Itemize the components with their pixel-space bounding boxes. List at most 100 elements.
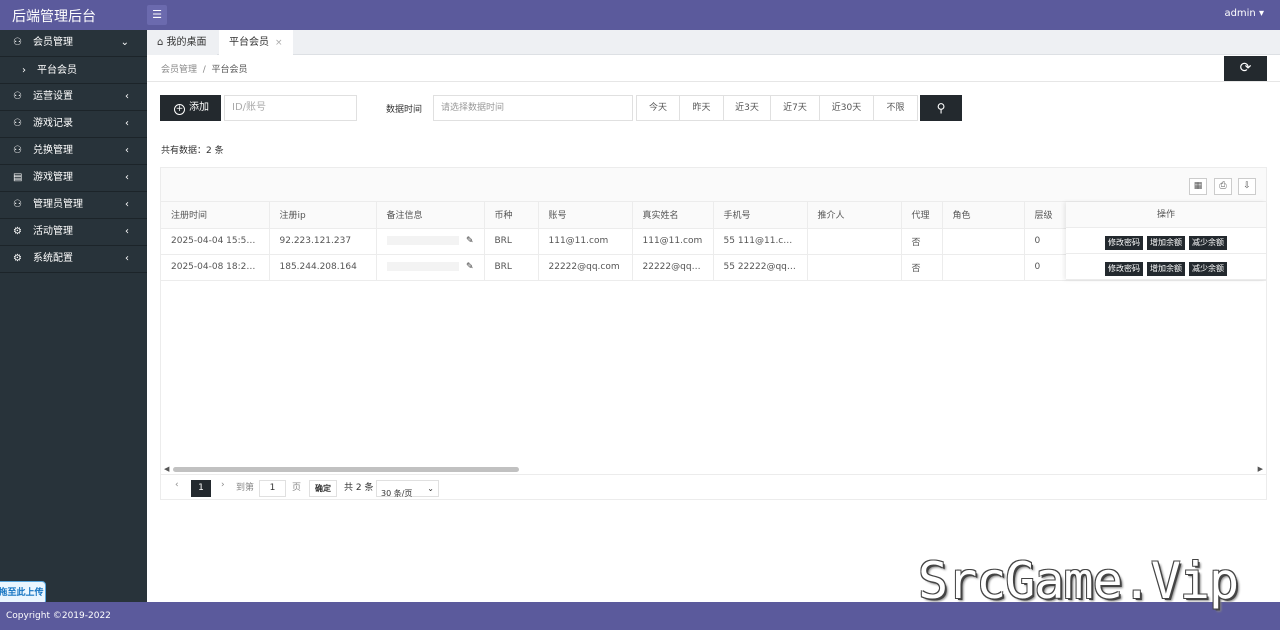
cell-referrer bbox=[807, 228, 902, 255]
horizontal-scrollbar[interactable]: ◀ ▶ bbox=[161, 465, 1266, 474]
sidebar-item-game-records[interactable]: ⚇ 游戏记录 ‹ bbox=[0, 111, 147, 138]
date-range-input[interactable]: 请选择数据时间 bbox=[433, 95, 633, 121]
quick-date-yesterday[interactable]: 昨天 bbox=[680, 96, 724, 120]
user-icon: ⚇ bbox=[13, 118, 22, 129]
sidebar-item-label: 系统配置 bbox=[33, 253, 73, 264]
cell-phone: 55 22222@qq.com bbox=[713, 254, 808, 281]
sidebar-item-members[interactable]: ⚇ 会员管理 ⌄ bbox=[0, 30, 147, 57]
close-icon[interactable]: × bbox=[275, 38, 283, 48]
sidebar-item-label: 游戏管理 bbox=[33, 172, 73, 183]
cell-level: 0 bbox=[1024, 254, 1067, 281]
table-toolbar: ▦ ⎙ ⇩ bbox=[161, 168, 1266, 202]
prev-page-button[interactable]: ‹ bbox=[175, 480, 179, 490]
col-reg-time[interactable]: 注册时间 bbox=[161, 202, 270, 229]
app-title: 后端管理后台 bbox=[12, 9, 96, 25]
cell-reg-ip: 92.223.121.237 bbox=[269, 228, 377, 255]
total-items-label: 共 2 条 bbox=[344, 483, 374, 493]
chevron-down-icon: ⌄ bbox=[120, 37, 129, 48]
cell-role bbox=[942, 254, 1025, 281]
id-account-input[interactable]: ID/账号 bbox=[224, 95, 357, 121]
reduce-balance-button[interactable]: 减少余额 bbox=[1189, 262, 1227, 276]
col-account[interactable]: 账号 bbox=[538, 202, 633, 229]
breadcrumb-current: 平台会员 bbox=[211, 65, 248, 75]
actions-row: 修改密码 增加余额 减少余额 bbox=[1066, 228, 1266, 254]
sidebar-item-system[interactable]: ⚙ 系统配置 ‹ bbox=[0, 246, 147, 273]
quick-date-3days[interactable]: 近3天 bbox=[724, 96, 771, 120]
breadcrumb-parent[interactable]: 会员管理 bbox=[161, 65, 197, 75]
cell-account: 22222@qq.com bbox=[538, 254, 633, 281]
sidebar-item-activities[interactable]: ⚙ 活动管理 ‹ bbox=[0, 219, 147, 246]
cell-reg-time: 2025-04-08 18:28:26 bbox=[161, 254, 270, 281]
reduce-balance-button[interactable]: 减少余额 bbox=[1189, 236, 1227, 250]
admin-icon: ⚇ bbox=[13, 199, 22, 210]
columns-filter-icon[interactable]: ▦ bbox=[1189, 178, 1207, 195]
col-role[interactable]: 角色 bbox=[942, 202, 1025, 229]
sidebar-item-label: 兑换管理 bbox=[33, 145, 73, 156]
sidebar-subitem-platform-members[interactable]: › 平台会员 bbox=[0, 57, 147, 84]
quick-date-group: 今天 昨天 近3天 近7天 近30天 不限 bbox=[636, 95, 918, 121]
page-size-select[interactable]: 30 条/页 ⌄ bbox=[376, 480, 439, 498]
col-real-name[interactable]: 真实姓名 bbox=[632, 202, 714, 229]
actions-row: 修改密码 增加余额 减少余额 bbox=[1066, 254, 1266, 280]
sidebar-item-admins[interactable]: ⚇ 管理员管理 ‹ bbox=[0, 192, 147, 219]
page-size-value: 30 条/页 bbox=[381, 489, 413, 498]
col-agent[interactable]: 代理 bbox=[901, 202, 943, 229]
divider bbox=[147, 81, 1280, 82]
sidebar-item-label: 管理员管理 bbox=[33, 199, 83, 210]
col-phone[interactable]: 手机号 bbox=[713, 202, 808, 229]
chevron-left-icon: ‹ bbox=[125, 145, 129, 156]
tab-desktop[interactable]: ⌂ 我的桌面 bbox=[147, 30, 217, 55]
page-jump-input[interactable]: 1 bbox=[259, 480, 286, 497]
top-header: 后端管理后台 ☰ admin ▾ bbox=[0, 0, 1280, 30]
tab-platform-members[interactable]: 平台会员 × bbox=[219, 30, 293, 55]
pagination: ‹ 1 › 到第 1 页 确定 共 2 条 30 条/页 ⌄ bbox=[161, 474, 1266, 500]
export-icon[interactable]: ⇩ bbox=[1238, 178, 1256, 195]
scroll-right-icon[interactable]: ▶ bbox=[1258, 465, 1263, 473]
chevron-left-icon: ‹ bbox=[125, 253, 129, 264]
actions-column: 操作 修改密码 增加余额 减少余额 修改密码 增加余额 减少余额 bbox=[1066, 202, 1266, 280]
page-current[interactable]: 1 bbox=[191, 480, 211, 497]
col-reg-ip[interactable]: 注册ip bbox=[269, 202, 377, 229]
edit-pencil-icon[interactable]: ✎ bbox=[466, 262, 474, 272]
plus-circle-icon: + bbox=[174, 104, 185, 115]
sidebar-item-games[interactable]: ▤ 游戏管理 ‹ bbox=[0, 165, 147, 192]
col-remark[interactable]: 备注信息 bbox=[376, 202, 485, 229]
total-count: 共有数据：2 条 bbox=[161, 146, 224, 156]
edit-pencil-icon[interactable]: ✎ bbox=[466, 236, 474, 246]
col-referrer[interactable]: 推介人 bbox=[807, 202, 902, 229]
cell-role bbox=[942, 228, 1025, 255]
scroll-left-icon[interactable]: ◀ bbox=[164, 465, 169, 473]
refresh-button[interactable]: ⟳ bbox=[1224, 56, 1267, 81]
search-button[interactable]: ⚲ bbox=[920, 95, 962, 121]
cell-account: 111@11.com bbox=[538, 228, 633, 255]
cell-remark[interactable]: ✎ bbox=[376, 228, 485, 255]
search-icon: ⚲ bbox=[936, 101, 946, 115]
add-balance-button[interactable]: 增加余额 bbox=[1147, 262, 1185, 276]
quick-date-30days[interactable]: 近30天 bbox=[820, 96, 874, 120]
quick-date-7days[interactable]: 近7天 bbox=[771, 96, 820, 120]
print-icon[interactable]: ⎙ bbox=[1214, 178, 1232, 195]
add-button[interactable]: + 添加 bbox=[160, 95, 221, 121]
change-password-button[interactable]: 修改密码 bbox=[1105, 262, 1143, 276]
quick-date-today[interactable]: 今天 bbox=[637, 96, 680, 120]
cell-phone: 55 111@11.com bbox=[713, 228, 808, 255]
add-balance-button[interactable]: 增加余额 bbox=[1147, 236, 1185, 250]
cell-real-name: 22222@qq.com bbox=[632, 254, 714, 281]
user-menu[interactable]: admin ▾ bbox=[1224, 8, 1264, 19]
cell-agent: 否 bbox=[901, 228, 943, 255]
col-currency[interactable]: 币种 bbox=[484, 202, 539, 229]
col-level[interactable]: 层级 bbox=[1024, 202, 1067, 229]
hamburger-icon[interactable]: ☰ bbox=[147, 5, 167, 25]
user-icon: ⚇ bbox=[13, 37, 22, 48]
scrollbar-thumb[interactable] bbox=[173, 467, 519, 472]
page-jump-confirm-button[interactable]: 确定 bbox=[309, 480, 337, 497]
quick-date-all[interactable]: 不限 bbox=[874, 96, 917, 120]
chevron-left-icon: ‹ bbox=[125, 172, 129, 183]
next-page-button[interactable]: › bbox=[221, 480, 225, 490]
sidebar-item-operations[interactable]: ⚇ 运营设置 ‹ bbox=[0, 84, 147, 111]
cell-remark[interactable]: ✎ bbox=[376, 254, 485, 281]
chevron-left-icon: ‹ bbox=[125, 199, 129, 210]
change-password-button[interactable]: 修改密码 bbox=[1105, 236, 1143, 250]
breadcrumb-separator: / bbox=[202, 65, 206, 75]
sidebar-item-exchange[interactable]: ⚇ 兑换管理 ‹ bbox=[0, 138, 147, 165]
